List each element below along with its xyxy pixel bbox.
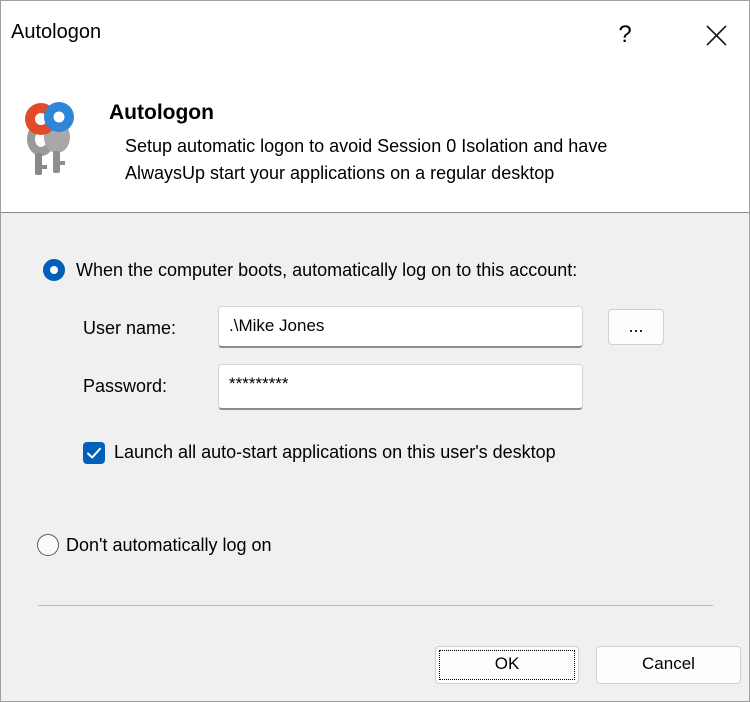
separator xyxy=(38,605,713,606)
launch-apps-label[interactable]: Launch all auto-start applications on th… xyxy=(114,442,556,463)
launch-apps-checkbox[interactable] xyxy=(83,442,105,464)
username-input[interactable]: .\Mike Jones xyxy=(218,306,583,348)
help-button[interactable]: ? xyxy=(605,13,645,57)
ok-button[interactable]: OK xyxy=(435,646,579,684)
header-panel: Autologon Setup automatic logon to avoid… xyxy=(1,69,749,213)
auto-logon-radio[interactable] xyxy=(43,259,65,281)
window-title: Autologon xyxy=(11,21,102,43)
autologon-dialog: Autologon ? Autologon Setup automatic lo… xyxy=(0,0,750,702)
keys-icon xyxy=(25,102,74,175)
close-icon xyxy=(706,25,727,46)
checkmark-icon xyxy=(87,447,101,459)
browse-user-button[interactable]: ... xyxy=(608,309,664,345)
no-logon-radio[interactable] xyxy=(37,534,59,556)
password-input[interactable]: ********* xyxy=(218,364,583,410)
title-bar[interactable]: Autologon ? xyxy=(1,1,749,69)
header-description: Setup automatic logon to avoid Session 0… xyxy=(125,133,725,187)
header-description-line-2: AlwaysUp start your applications on a re… xyxy=(125,163,555,183)
username-label: User name: xyxy=(83,318,177,338)
header-title: Autologon xyxy=(109,101,214,124)
cancel-button[interactable]: Cancel xyxy=(596,646,741,684)
no-logon-label[interactable]: Don't automatically log on xyxy=(66,535,272,556)
password-label: Password: xyxy=(83,376,168,396)
auto-logon-label[interactable]: When the computer boots, automatically l… xyxy=(76,260,577,281)
header-description-line-1: Setup automatic logon to avoid Session 0… xyxy=(125,136,608,156)
close-button[interactable] xyxy=(691,13,741,57)
